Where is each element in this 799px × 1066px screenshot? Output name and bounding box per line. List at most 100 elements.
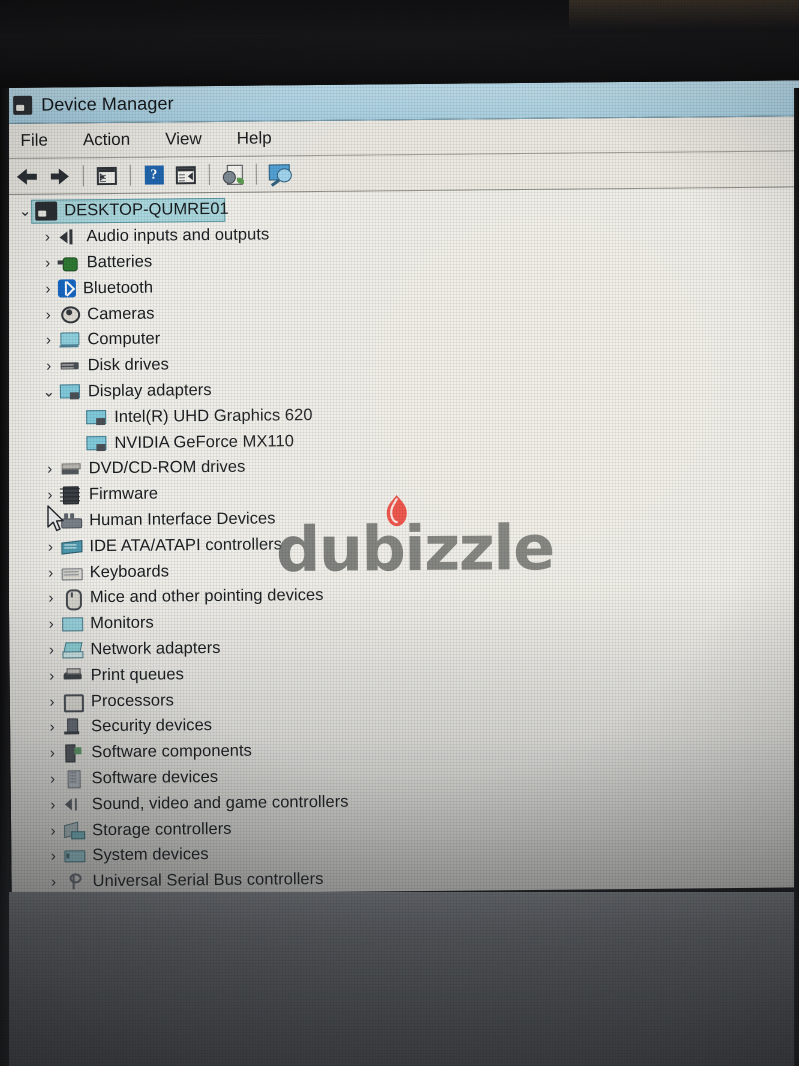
toolbar-separator bbox=[82, 165, 84, 187]
display-adapter-icon bbox=[85, 408, 107, 427]
chevron-right-icon[interactable]: › bbox=[43, 770, 63, 787]
menu-item-file[interactable]: File bbox=[18, 129, 50, 153]
chevron-right-icon[interactable]: › bbox=[39, 358, 59, 375]
scan-hardware-icon bbox=[269, 164, 291, 187]
tree-item-label: IDE ATA/ATAPI controllers bbox=[89, 535, 283, 555]
software-device-icon bbox=[63, 769, 85, 788]
tree-item-label: Computer bbox=[87, 329, 161, 349]
forward-arrow-icon bbox=[49, 167, 71, 185]
tree-item-label: Audio inputs and outputs bbox=[86, 225, 270, 246]
chevron-right-icon[interactable]: › bbox=[42, 745, 62, 762]
menu-item-view[interactable]: View bbox=[163, 127, 204, 151]
tree-item-label: DVD/CD-ROM drives bbox=[88, 458, 246, 478]
chevron-right-icon[interactable]: › bbox=[43, 822, 63, 839]
help-question-icon: ? bbox=[144, 165, 164, 185]
chevron-down-icon[interactable]: ⌄ bbox=[39, 383, 59, 400]
desktop-background bbox=[6, 892, 794, 1066]
tree-item-label: Disk drives bbox=[87, 355, 169, 375]
tree-item-label: NVIDIA GeForce MX110 bbox=[114, 431, 295, 452]
window-titlebar: Device Manager bbox=[4, 80, 799, 124]
chevron-right-icon[interactable]: › bbox=[40, 538, 60, 555]
sound-video-icon bbox=[63, 795, 85, 814]
chevron-right-icon[interactable]: › bbox=[41, 564, 61, 581]
chevron-right-icon[interactable]: › bbox=[44, 874, 64, 891]
monitor-bezel-left bbox=[0, 88, 9, 1066]
tree-item-label: Intel(R) UHD Graphics 620 bbox=[114, 405, 313, 426]
computer-icon bbox=[58, 331, 80, 350]
menu-item-help[interactable]: Help bbox=[235, 126, 274, 150]
tree-item-label: Human Interface Devices bbox=[89, 509, 276, 530]
device-tree[interactable]: ⌄ DESKTOP-QUMRE01 › Audio inputs and out… bbox=[5, 187, 799, 895]
printer-icon bbox=[62, 666, 84, 685]
scan-hardware-button[interactable] bbox=[265, 160, 295, 188]
bluetooth-icon bbox=[57, 279, 77, 298]
chevron-right-icon[interactable]: › bbox=[41, 590, 61, 607]
firmware-chip-icon bbox=[60, 485, 82, 504]
ide-controller-icon bbox=[60, 537, 82, 556]
tree-item-label: Keyboards bbox=[89, 561, 170, 581]
dvd-drive-icon bbox=[60, 460, 82, 479]
help-button[interactable]: ? bbox=[139, 161, 169, 189]
back-arrow-icon bbox=[16, 167, 39, 185]
chevron-right-icon[interactable]: › bbox=[42, 693, 62, 710]
tree-item-label: Processors bbox=[90, 690, 174, 710]
toolbar-separator bbox=[208, 164, 210, 186]
device-manager-icon bbox=[13, 95, 33, 115]
storage-controller-icon bbox=[63, 821, 85, 840]
chevron-right-icon[interactable]: › bbox=[42, 667, 62, 684]
camera-icon bbox=[58, 305, 80, 324]
chevron-right-icon[interactable]: › bbox=[38, 306, 58, 323]
photographed-screen: Device Manager File Action View Help ? ⌄… bbox=[0, 0, 799, 1066]
tree-item-label: Security devices bbox=[91, 716, 213, 736]
tree-item-label: Sound, video and game controllers bbox=[91, 792, 349, 813]
chevron-right-icon[interactable]: › bbox=[41, 616, 61, 633]
chevron-right-icon[interactable]: › bbox=[42, 719, 62, 736]
display-adapter-icon bbox=[85, 434, 107, 453]
keyboard-icon bbox=[61, 563, 83, 582]
security-device-icon bbox=[62, 718, 84, 737]
chevron-right-icon[interactable]: › bbox=[40, 461, 60, 478]
toolbar-separator bbox=[129, 164, 131, 186]
computer-root-icon bbox=[35, 201, 58, 222]
mouse-icon bbox=[61, 589, 83, 608]
expand-collapse-icon[interactable]: ⌄ bbox=[15, 203, 35, 220]
back-button[interactable] bbox=[13, 162, 43, 190]
usb-controller-icon bbox=[64, 872, 86, 891]
chevron-right-icon[interactable]: › bbox=[38, 280, 58, 297]
forward-button[interactable] bbox=[45, 162, 75, 190]
tree-item-label: Universal Serial Bus controllers bbox=[92, 870, 324, 891]
tree-item-label: Storage controllers bbox=[92, 819, 232, 839]
software-component-icon bbox=[62, 743, 84, 762]
toolbar-separator bbox=[255, 163, 257, 185]
disk-drive-icon bbox=[59, 356, 81, 375]
tree-item-label: Cameras bbox=[87, 304, 155, 323]
display-adapter-icon bbox=[59, 382, 81, 401]
tree-item-label: Bluetooth bbox=[82, 278, 154, 298]
chevron-right-icon[interactable]: › bbox=[43, 796, 63, 813]
chevron-right-icon[interactable]: › bbox=[43, 848, 63, 865]
monitor-bezel-top bbox=[0, 0, 799, 92]
chevron-right-icon[interactable]: › bbox=[37, 229, 57, 246]
device-manager-window: Device Manager File Action View Help ? ⌄… bbox=[4, 80, 799, 896]
chevron-right-icon[interactable]: › bbox=[38, 332, 58, 349]
window-title: Device Manager bbox=[41, 93, 174, 115]
chevron-right-icon[interactable]: › bbox=[38, 255, 58, 272]
chevron-right-icon[interactable]: › bbox=[40, 487, 60, 504]
tree-item-label: Batteries bbox=[86, 252, 153, 272]
monitor-bezel-right bbox=[794, 88, 799, 1066]
menu-item-action[interactable]: Action bbox=[81, 128, 132, 152]
tree-item-label: System devices bbox=[92, 845, 209, 865]
chevron-right-icon[interactable]: › bbox=[41, 641, 61, 658]
tree-item-label: Mice and other pointing devices bbox=[89, 586, 324, 607]
speaker-icon bbox=[57, 227, 79, 246]
update-driver-icon bbox=[222, 165, 244, 184]
update-driver-button[interactable] bbox=[218, 160, 248, 188]
processor-icon bbox=[62, 692, 84, 711]
network-adapter-icon bbox=[61, 640, 83, 659]
show-hide-console-tree-button[interactable] bbox=[92, 161, 122, 189]
system-device-icon bbox=[63, 847, 85, 866]
hid-icon bbox=[60, 511, 82, 530]
properties-button[interactable] bbox=[171, 161, 201, 189]
console-tree-icon bbox=[96, 166, 117, 185]
chevron-right-icon[interactable]: › bbox=[40, 513, 60, 530]
